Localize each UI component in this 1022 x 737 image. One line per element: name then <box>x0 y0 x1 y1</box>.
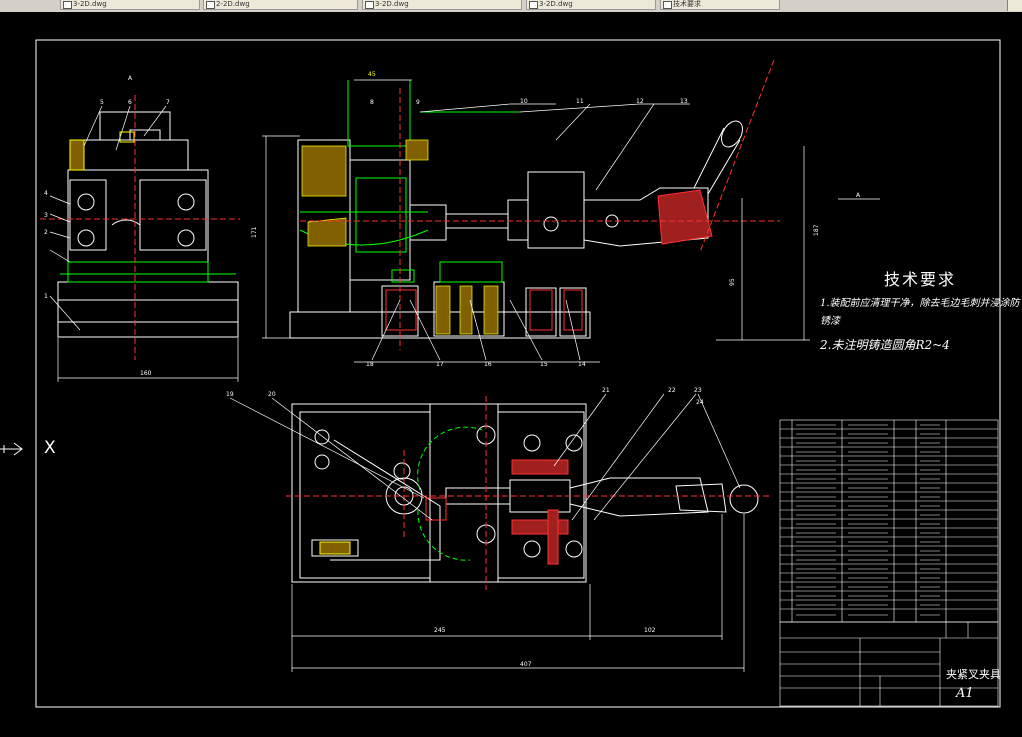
tech-requirement-line: 锈漆 <box>820 316 840 327</box>
side-view-yellow <box>69 131 135 171</box>
tab-label: 3-2D.dwg <box>539 0 573 8</box>
svg-text:2: 2 <box>44 229 48 236</box>
tech-requirements-title: 技术要求 <box>884 270 957 289</box>
svg-text:11: 11 <box>576 98 584 105</box>
ucs-icon <box>0 442 23 456</box>
document-tab[interactable]: 技术要求 <box>660 0 780 10</box>
svg-text:21: 21 <box>602 387 610 394</box>
top-dimensions <box>229 393 745 672</box>
tech-requirement-line: 2.未注明铸造圆角R2~4 <box>820 338 950 352</box>
front-dimensions <box>262 79 880 341</box>
svg-text:1: 1 <box>44 293 48 300</box>
tab-label: 3-2D.dwg <box>73 0 107 8</box>
document-tab[interactable]: 3-2D.dwg <box>526 0 656 10</box>
top-view <box>291 403 759 583</box>
dim-side-height: 187 <box>813 224 820 236</box>
parts-list-text-strokes <box>796 424 940 616</box>
ucs-x-label: X <box>44 438 56 458</box>
document-tab[interactable]: 3-2D.dwg <box>60 0 200 10</box>
svg-text:24: 24 <box>696 399 704 406</box>
dwg-file-icon <box>63 1 72 9</box>
svg-text:7: 7 <box>166 99 170 106</box>
top-centerlines <box>286 396 770 590</box>
tab-label: 3-2D.dwg <box>375 0 409 8</box>
section-label: A <box>128 75 133 82</box>
dwg-file-icon <box>206 1 215 9</box>
svg-text:22: 22 <box>668 387 676 394</box>
side-view-green <box>60 261 236 283</box>
top-yellow-bolt <box>319 541 351 555</box>
dwg-file-icon <box>365 1 374 9</box>
cad-drawing: 160 A 5 6 7 4 3 2 1 171 187 95 45 A 8 9 … <box>0 39 1001 708</box>
tab-label: 技术要求 <box>673 0 701 8</box>
title-block-drawing-name: 夹紧叉夹具 <box>946 668 1001 681</box>
parts-list <box>779 419 999 707</box>
dwg-file-icon <box>529 1 538 9</box>
top-red-pin <box>425 497 447 521</box>
handle-hatch <box>657 189 713 245</box>
svg-text:8: 8 <box>370 99 374 106</box>
dwg-file-icon <box>663 1 672 9</box>
svg-text:4: 4 <box>44 190 48 197</box>
top-hatch-1 <box>511 459 569 475</box>
tab-scroll-button[interactable] <box>1007 0 1022 11</box>
dim-bottom-total: 407 <box>520 661 532 668</box>
svg-text:9: 9 <box>416 99 420 106</box>
top-part-numbers: 19 20 21 22 23 24 <box>226 387 704 406</box>
front-part-numbers: 8 9 10 11 12 13 18 17 16 15 14 <box>366 98 688 368</box>
svg-text:10: 10 <box>520 98 528 105</box>
dim-bottom-102: 102 <box>644 627 656 634</box>
svg-text:6: 6 <box>128 99 132 106</box>
top-hatch-2 <box>511 519 569 535</box>
dim-top-width: 45 <box>368 71 376 78</box>
document-tab[interactable]: 3-2D.dwg <box>362 0 522 10</box>
document-tab[interactable]: 2-2D.dwg <box>203 0 358 10</box>
svg-text:19: 19 <box>226 391 234 398</box>
svg-text:12: 12 <box>636 98 644 105</box>
tab-label: 2-2D.dwg <box>216 0 250 8</box>
svg-text:20: 20 <box>268 391 276 398</box>
clamp-arc <box>417 426 483 491</box>
dim-bottom-245: 245 <box>434 627 446 634</box>
top-hatch-3 <box>547 509 559 565</box>
tech-requirement-line: 1.装配前应清理干净，除去毛边毛刺并浸涂防 <box>820 298 1020 309</box>
title-block-sheet-size: A1 <box>956 686 974 701</box>
dim-side-width: 160 <box>140 370 152 377</box>
svg-text:13: 13 <box>680 98 688 105</box>
dim-sub-height: 95 <box>729 278 736 286</box>
svg-text:5: 5 <box>100 99 104 106</box>
side-view <box>57 111 239 338</box>
front-bottom-leaders <box>354 299 600 363</box>
section-arrow-label: A <box>856 192 861 199</box>
dim-front-height: 171 <box>251 226 258 238</box>
svg-text:3: 3 <box>44 212 48 219</box>
svg-text:23: 23 <box>694 387 702 394</box>
drawing-canvas[interactable]: 160 A 5 6 7 4 3 2 1 171 187 95 45 A 8 9 … <box>0 12 1022 733</box>
side-part-numbers: 5 6 7 4 3 2 1 <box>44 99 170 300</box>
